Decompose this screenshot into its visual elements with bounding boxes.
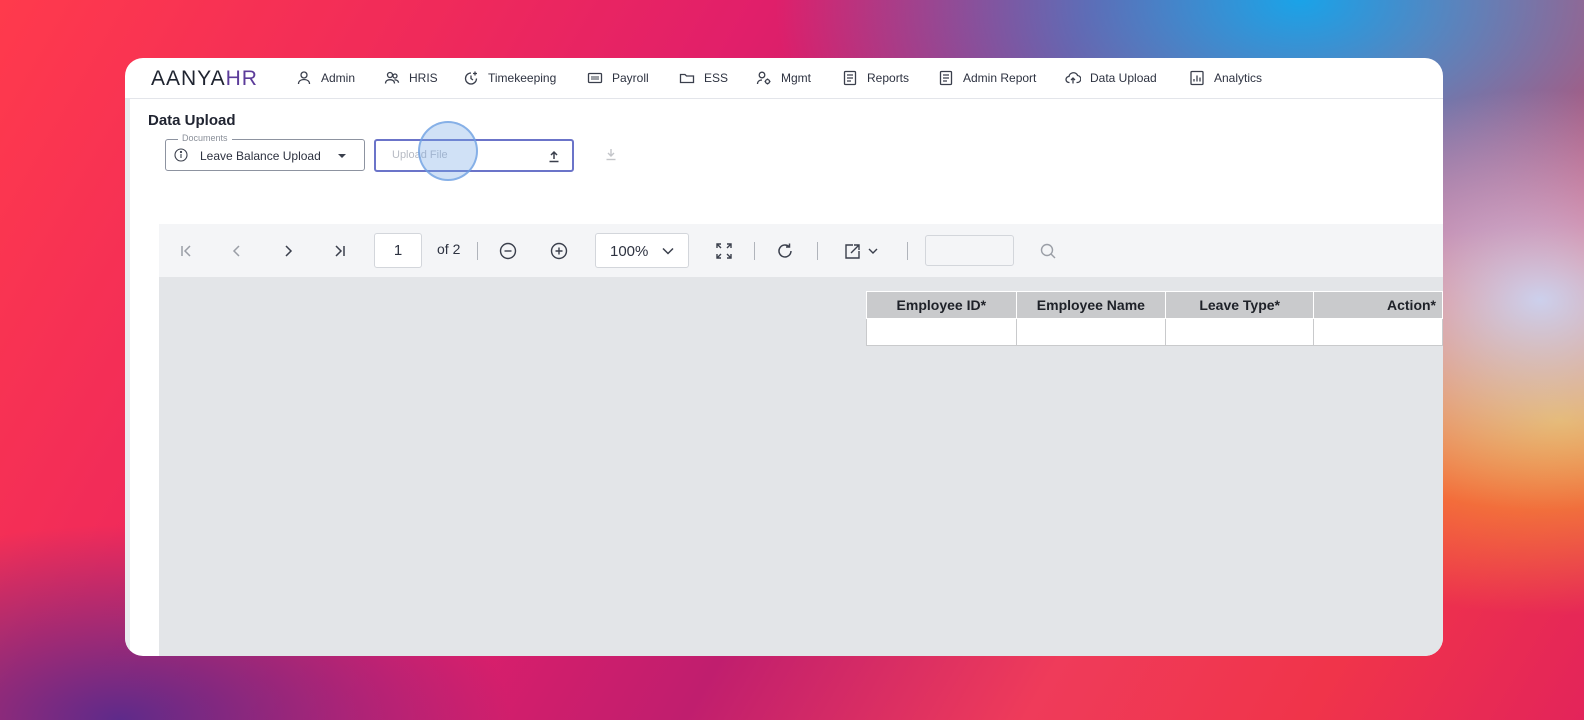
viewer-search-input[interactable] bbox=[925, 235, 1014, 266]
page-total-label: of 2 bbox=[437, 241, 461, 257]
last-page-icon[interactable] bbox=[331, 242, 349, 260]
clock-plus-icon bbox=[462, 69, 480, 87]
payroll-card-icon bbox=[586, 69, 604, 87]
folder-icon bbox=[678, 69, 696, 87]
user-icon bbox=[295, 69, 313, 87]
page-number-input[interactable]: 1 bbox=[374, 233, 422, 268]
documents-select-value: Leave Balance Upload bbox=[200, 149, 321, 163]
nav-payroll[interactable]: Payroll bbox=[586, 68, 649, 88]
chevron-down-icon bbox=[662, 247, 674, 255]
nav-mgmt[interactable]: Mgmt bbox=[755, 68, 811, 88]
zoom-value: 100% bbox=[610, 243, 649, 260]
document-icon bbox=[841, 69, 859, 87]
click-indicator bbox=[418, 121, 478, 181]
header-leave-type: Leave Type* bbox=[1165, 291, 1315, 319]
header-employee-id: Employee ID* bbox=[866, 291, 1017, 319]
header-employee-name: Employee Name bbox=[1015, 291, 1167, 319]
first-page-icon[interactable] bbox=[177, 242, 195, 260]
report-viewer: 1 of 2 100% Employee ID* Employee Name L… bbox=[155, 224, 1443, 656]
top-navigation: AANYAHR Admin HRIS Timekeeping Payroll E… bbox=[125, 58, 1443, 99]
nav-ess[interactable]: ESS bbox=[678, 68, 728, 88]
nav-timekeeping[interactable]: Timekeeping bbox=[462, 68, 556, 88]
table-cell bbox=[1165, 318, 1315, 346]
nav-reports-label: Reports bbox=[867, 71, 910, 85]
nav-hris-label: HRIS bbox=[409, 71, 438, 85]
nav-payroll-label: Payroll bbox=[612, 71, 649, 85]
next-page-icon[interactable] bbox=[279, 242, 297, 260]
documents-select[interactable]: Documents Leave Balance Upload bbox=[165, 133, 365, 171]
zoom-out-icon[interactable] bbox=[499, 242, 517, 260]
table-row bbox=[866, 318, 1443, 346]
table-cell bbox=[866, 318, 1017, 346]
info-icon bbox=[174, 148, 188, 162]
report-table: Employee ID* Employee Name Leave Type* A… bbox=[866, 291, 1443, 346]
logo-accent-text: HR bbox=[225, 67, 258, 90]
nav-data-upload-label: Data Upload bbox=[1090, 71, 1157, 85]
export-icon[interactable] bbox=[843, 242, 883, 260]
nav-hris[interactable]: HRIS bbox=[383, 68, 438, 88]
nav-ess-label: ESS bbox=[704, 71, 729, 85]
nav-admin-label: Admin bbox=[321, 71, 356, 85]
nav-data-upload[interactable]: Data Upload bbox=[1064, 68, 1157, 88]
nav-reports[interactable]: Reports bbox=[841, 68, 909, 88]
nav-analytics-label: Analytics bbox=[1214, 71, 1263, 85]
download-icon[interactable] bbox=[604, 147, 618, 161]
table-header-row: Employee ID* Employee Name Leave Type* A… bbox=[866, 291, 1443, 319]
viewer-toolbar: 1 of 2 100% bbox=[159, 224, 1443, 277]
toolbar-separator bbox=[754, 242, 755, 260]
documents-select-legend: Documents bbox=[178, 133, 232, 143]
logo-text: AANYA bbox=[151, 67, 226, 90]
viewer-left-border bbox=[155, 224, 159, 656]
nav-analytics[interactable]: Analytics bbox=[1188, 68, 1262, 88]
users-icon bbox=[383, 69, 401, 87]
header-action: Action* bbox=[1313, 291, 1443, 319]
nav-timekeeping-label: Timekeeping bbox=[488, 71, 557, 85]
toolbar-separator bbox=[817, 242, 818, 260]
table-cell bbox=[1313, 318, 1443, 346]
fullscreen-icon[interactable] bbox=[715, 242, 733, 260]
toolbar-separator bbox=[907, 242, 908, 260]
left-edge-strip bbox=[125, 99, 130, 656]
user-gear-icon bbox=[755, 69, 773, 87]
upload-icon[interactable] bbox=[547, 149, 561, 163]
zoom-in-icon[interactable] bbox=[550, 242, 568, 260]
nav-admin[interactable]: Admin bbox=[295, 68, 355, 88]
nav-admin-report-label: Admin Report bbox=[963, 71, 1037, 85]
cloud-upload-icon bbox=[1064, 69, 1082, 87]
caret-down-icon bbox=[338, 154, 346, 158]
app-logo[interactable]: AANYAHR bbox=[151, 67, 258, 91]
refresh-icon[interactable] bbox=[776, 242, 794, 260]
document-icon bbox=[937, 69, 955, 87]
toolbar-separator bbox=[477, 242, 478, 260]
page-title: Data Upload bbox=[148, 112, 236, 129]
table-cell bbox=[1015, 318, 1167, 346]
nav-mgmt-label: Mgmt bbox=[781, 71, 811, 85]
zoom-select[interactable]: 100% bbox=[595, 233, 689, 268]
app-window: AANYAHR Admin HRIS Timekeeping Payroll E… bbox=[125, 58, 1443, 656]
previous-page-icon[interactable] bbox=[228, 242, 246, 260]
chart-icon bbox=[1188, 69, 1206, 87]
nav-admin-report[interactable]: Admin Report bbox=[937, 68, 1036, 88]
search-icon[interactable] bbox=[1039, 242, 1057, 260]
